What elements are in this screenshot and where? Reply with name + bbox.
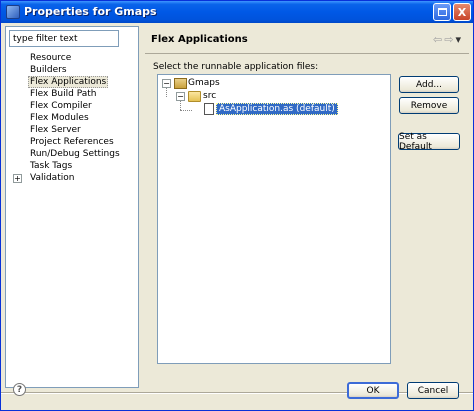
- sidebar-item-label: Flex Compiler: [30, 101, 92, 111]
- sidebar-item-builders[interactable]: Builders: [14, 64, 138, 76]
- tree-connector: [180, 100, 181, 110]
- footer-separator: [1, 392, 473, 394]
- remove-button[interactable]: Remove: [399, 97, 459, 114]
- expand-plus-icon[interactable]: +: [13, 174, 22, 183]
- view-menu-icon[interactable]: ▾: [455, 33, 461, 46]
- sidebar-item-label: Builders: [30, 65, 67, 75]
- sidebar-item-flex-compiler[interactable]: Flex Compiler: [14, 100, 138, 112]
- page-header: Flex Applications ⇦ ⇨ ▾: [145, 26, 469, 54]
- sidebar-item-flex-server[interactable]: Flex Server: [14, 124, 138, 136]
- cancel-button[interactable]: Cancel: [407, 382, 459, 399]
- forward-arrow-icon[interactable]: ⇨: [444, 33, 453, 46]
- maximize-icon: [437, 8, 447, 16]
- sidebar-item-validation[interactable]: + Validation: [13, 172, 138, 184]
- ok-button[interactable]: OK: [347, 382, 399, 399]
- sidebar-item-flex-applications[interactable]: Flex Applications: [14, 76, 138, 88]
- close-icon: X: [457, 5, 467, 19]
- title-bar[interactable]: Properties for Gmaps X: [1, 1, 473, 23]
- window-title: Properties for Gmaps: [24, 5, 157, 18]
- collapse-minus-icon[interactable]: −: [162, 79, 171, 88]
- sidebar-item-label: Flex Applications: [28, 76, 109, 88]
- set-as-default-button[interactable]: Set as Default: [398, 132, 460, 152]
- select-files-prompt: Select the runnable application files:: [153, 62, 319, 72]
- filter-input[interactable]: [9, 30, 119, 47]
- back-arrow-icon[interactable]: ⇦: [433, 33, 442, 46]
- help-icon[interactable]: ?: [13, 383, 26, 396]
- add-button[interactable]: Add...: [399, 76, 459, 93]
- actionscript-file-icon: [204, 103, 214, 115]
- sidebar-item-resource[interactable]: Resource: [14, 52, 138, 64]
- collapse-minus-icon[interactable]: −: [176, 92, 185, 101]
- properties-dialog: Properties for Gmaps X Resource Builders…: [0, 0, 474, 411]
- sidebar-item-label: Flex Server: [30, 125, 81, 135]
- sidebar-item-label: Run/Debug Settings: [30, 149, 120, 159]
- sidebar-item-task-tags[interactable]: Task Tags: [14, 160, 138, 172]
- sidebar-item-label: Flex Modules: [30, 113, 89, 123]
- tree-item-folder[interactable]: src: [203, 90, 216, 103]
- page-nav-controls: ⇦ ⇨ ▾: [433, 33, 461, 46]
- tree-item-label: AsApplication.as (default): [216, 103, 338, 115]
- sidebar-item-project-references[interactable]: Project References: [14, 136, 138, 148]
- sidebar-item-label: Validation: [30, 173, 75, 183]
- project-icon: [174, 78, 187, 89]
- sidebar-item-label: Resource: [30, 53, 72, 63]
- property-pages-tree: Resource Builders Flex Applications Flex…: [5, 26, 139, 388]
- tree-item-label: Gmaps: [188, 78, 220, 88]
- tree-item-file[interactable]: AsApplication.as (default): [216, 103, 338, 116]
- dialog-body: Resource Builders Flex Applications Flex…: [1, 23, 473, 410]
- sidebar-item-flex-modules[interactable]: Flex Modules: [14, 112, 138, 124]
- property-pages-list: Resource Builders Flex Applications Flex…: [13, 52, 138, 184]
- sidebar-item-label: Project References: [30, 137, 114, 147]
- page-title: Flex Applications: [151, 34, 248, 45]
- sidebar-item-run-debug-settings[interactable]: Run/Debug Settings: [14, 148, 138, 160]
- close-button[interactable]: X: [453, 3, 471, 21]
- sidebar-item-label: Task Tags: [30, 161, 73, 171]
- tree-connector: [180, 110, 192, 111]
- tree-connector: [166, 87, 167, 97]
- sidebar-item-label: Flex Build Path: [30, 89, 97, 99]
- sidebar-item-flex-build-path[interactable]: Flex Build Path: [14, 88, 138, 100]
- tree-item-project[interactable]: Gmaps: [188, 77, 220, 90]
- tree-item-label: src: [203, 91, 217, 101]
- page-content: Flex Applications ⇦ ⇨ ▾ Select the runna…: [145, 26, 469, 388]
- maximize-button[interactable]: [433, 3, 451, 21]
- folder-icon: [188, 91, 201, 102]
- application-files-tree[interactable]: − Gmaps − src AsApplication.as (default): [157, 74, 391, 364]
- window-app-icon: [6, 5, 20, 19]
